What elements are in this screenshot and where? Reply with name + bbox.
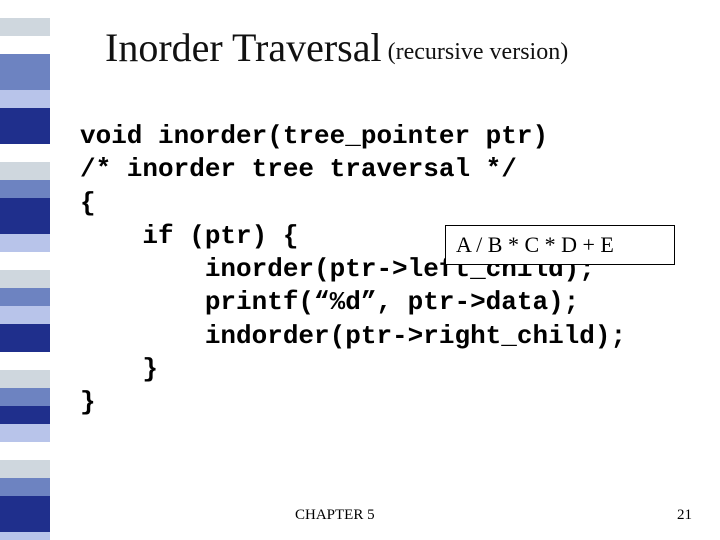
title-sub: (recursive version): [382, 39, 569, 65]
page-number: 21: [677, 507, 692, 524]
code-line-6: printf(“%d”, ptr->data);: [80, 287, 579, 317]
code-line-8: }: [80, 354, 158, 384]
code-line-1: void inorder(tree_pointer ptr): [80, 121, 548, 151]
footer-chapter: CHAPTER 5: [295, 507, 375, 524]
code-line-7: indorder(ptr->right_child);: [80, 321, 626, 351]
code-line-9: }: [80, 387, 96, 417]
traversal-expression: A / B * C * D + E: [456, 232, 614, 258]
code-line-3: {: [80, 188, 96, 218]
code-line-2: /* inorder tree traversal */: [80, 154, 517, 184]
title-main: Inorder Traversal: [105, 25, 382, 70]
code-line-4: if (ptr) {: [80, 221, 298, 251]
slide-title: Inorder Traversal (recursive version): [105, 24, 568, 71]
traversal-output-box: A / B * C * D + E: [445, 225, 675, 265]
code-block: void inorder(tree_pointer ptr) /* inorde…: [80, 120, 626, 419]
